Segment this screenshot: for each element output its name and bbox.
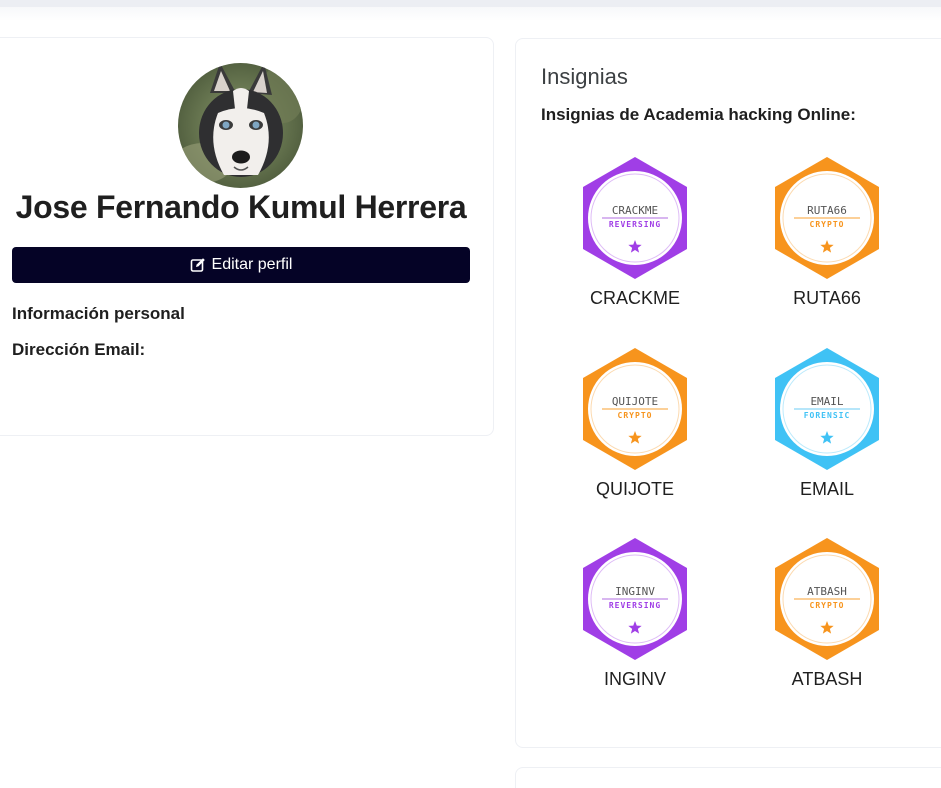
user-name: Jose Fernando Kumul Herrera — [15, 189, 467, 225]
badge-category-text: CRYPTO — [810, 601, 845, 610]
badge-label: RUTA66 — [793, 288, 861, 308]
badge-name-text: RUTA66 — [807, 204, 847, 217]
next-card-edge — [515, 767, 941, 788]
badge-crackme[interactable]: CRACKME REVERSING CRACKME — [560, 155, 710, 315]
badges-subtitle: Insignias de Academia hacking Online: — [541, 105, 856, 124]
badge-email[interactable]: EMAIL FORENSIC EMAIL — [752, 346, 902, 506]
badge-category-text: REVERSING — [609, 601, 661, 610]
badge-category-text: CRYPTO — [618, 411, 653, 420]
badge-hexagon-icon: ATBASH CRYPTO — [775, 538, 879, 660]
badge-hexagon-icon: INGINV REVERSING — [583, 538, 687, 660]
badge-label: ATBASH — [791, 669, 863, 689]
edit-icon — [190, 257, 206, 273]
badge-category-text: REVERSING — [609, 220, 661, 229]
avatar — [178, 63, 303, 188]
badge-quijote[interactable]: QUIJOTE CRYPTO QUIJOTE — [560, 346, 710, 506]
edit-profile-button[interactable]: Editar perfil — [12, 247, 470, 283]
badge-name-text: ATBASH — [807, 585, 847, 598]
badge-hexagon-icon: EMAIL FORENSIC — [775, 348, 879, 470]
edit-profile-label: Editar perfil — [211, 256, 293, 273]
badge-name-text: EMAIL — [810, 395, 843, 408]
husky-avatar-image — [178, 63, 303, 188]
badge-name-text: INGINV — [615, 585, 655, 598]
badges-title: Insignias — [541, 64, 628, 89]
badge-category-text: CRYPTO — [810, 220, 845, 229]
badge-ruta66[interactable]: RUTA66 CRYPTO RUTA66 — [752, 155, 902, 315]
badge-label: QUIJOTE — [595, 479, 674, 499]
email-label: Dirección Email: — [12, 340, 146, 359]
badge-inginv[interactable]: INGINV REVERSING INGINV — [560, 536, 710, 696]
badge-name-text: QUIJOTE — [612, 395, 658, 408]
badge-hexagon-icon: QUIJOTE CRYPTO — [583, 348, 687, 470]
badge-label: INGINV — [603, 669, 666, 689]
badge-hexagon-icon: RUTA66 CRYPTO — [775, 157, 879, 279]
badge-label: CRACKME — [589, 288, 680, 308]
personal-info-heading: Información personal — [12, 304, 185, 323]
top-bar — [0, 0, 941, 7]
badge-hexagon-icon: CRACKME REVERSING — [583, 157, 687, 279]
badge-category-text: FORENSIC — [804, 411, 851, 420]
badge-name-text: CRACKME — [612, 204, 658, 217]
badge-label: EMAIL — [799, 479, 855, 499]
badge-atbash[interactable]: ATBASH CRYPTO ATBASH — [752, 536, 902, 696]
